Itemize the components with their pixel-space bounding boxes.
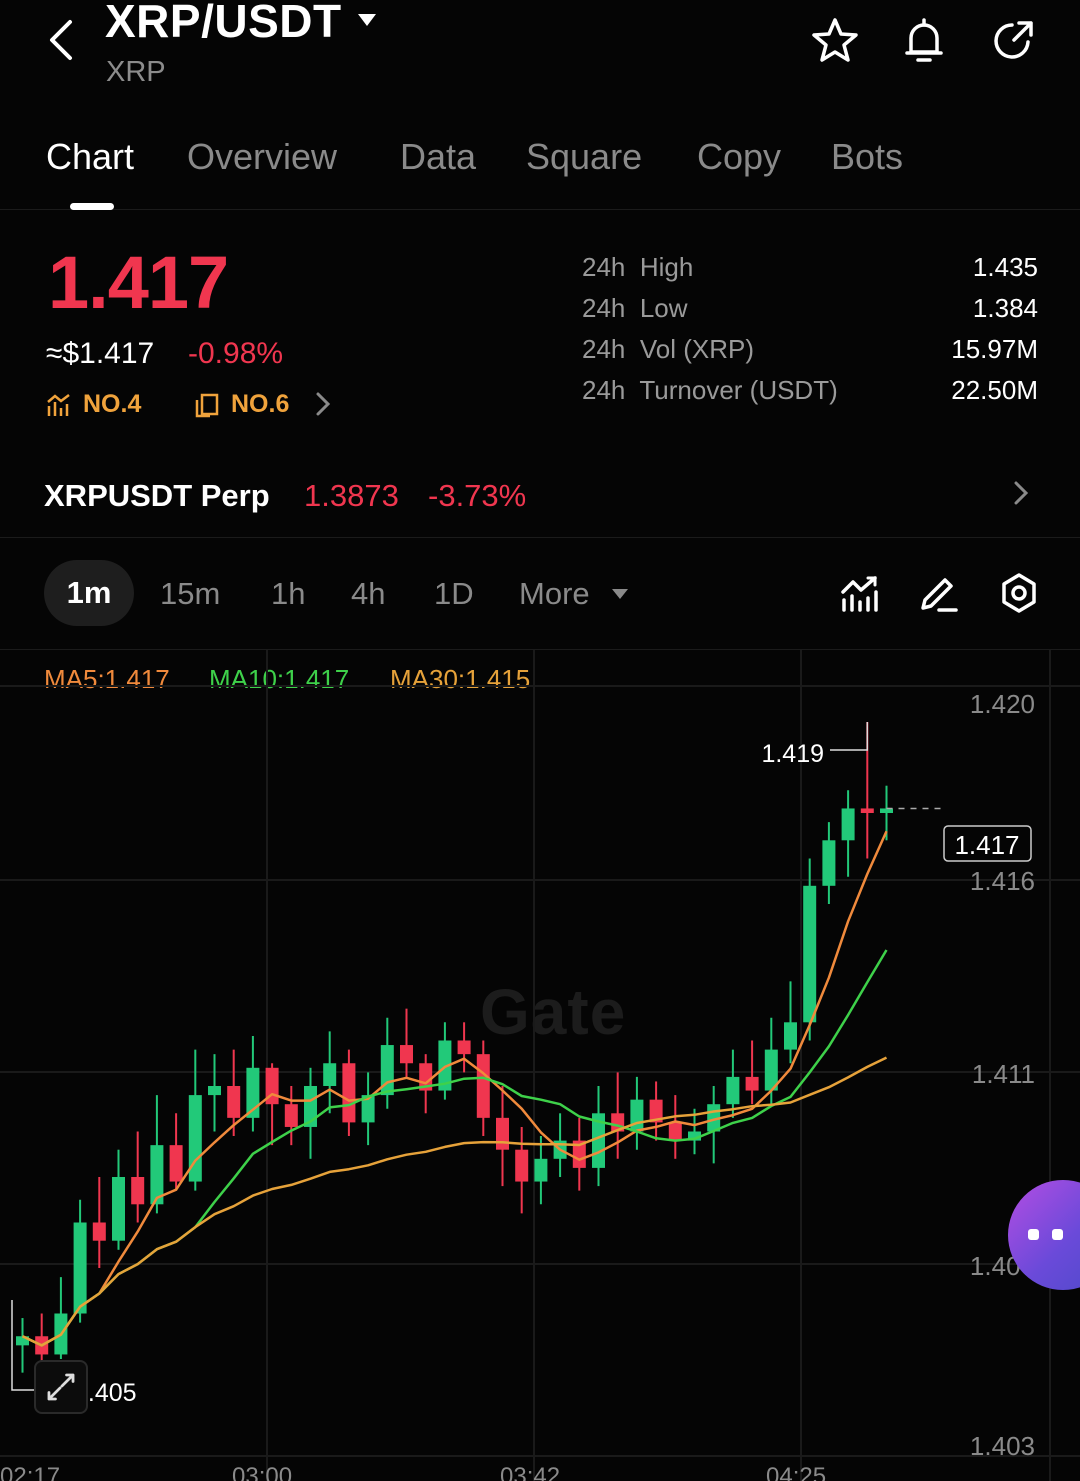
ranking-copy-icon: [195, 393, 219, 418]
candle: [803, 885, 817, 1023]
perp-link-row[interactable]: XRPUSDT Perp 1.3873 -3.73%: [0, 458, 1080, 538]
candle: [476, 1054, 490, 1118]
interval-15m[interactable]: 15m: [160, 576, 220, 612]
pair-title[interactable]: XRP/USDT: [105, 0, 342, 48]
y-tick-label: 1.411: [972, 1059, 1035, 1089]
candle: [131, 1177, 145, 1205]
high-leader: [830, 722, 869, 751]
candle: [745, 1076, 759, 1091]
stat-label: 24h Vol (XRP): [582, 334, 754, 364]
candle: [169, 1145, 183, 1182]
x-tick-label: 02:17: [0, 1463, 60, 1481]
stats-24h: 24h High 1.435 24h Low 1.384 24h Vol (XR…: [582, 252, 1038, 416]
interval-1d[interactable]: 1D: [434, 576, 474, 612]
bubble-dot: [1052, 1229, 1063, 1240]
settings-gear-icon[interactable]: [999, 572, 1039, 614]
tab-bots[interactable]: Bots: [831, 136, 903, 178]
price-change: -0.98%: [188, 337, 284, 370]
candle: [496, 1117, 509, 1150]
last-price-label: 1.417: [954, 830, 1019, 860]
x-tick-label: 03:00: [232, 1463, 292, 1481]
candle: [284, 1104, 298, 1127]
candle: [92, 1222, 106, 1241]
candle: [112, 1177, 125, 1241]
rank-volume[interactable]: NO.4: [83, 390, 141, 419]
candle: [860, 808, 874, 813]
candle: [73, 1222, 87, 1314]
stat-value: 1.384: [972, 293, 1038, 323]
interval-1h[interactable]: 1h: [271, 576, 305, 612]
candle: [400, 1045, 413, 1064]
ranking-chart-icon: [47, 394, 70, 416]
chevron-right-icon[interactable]: [312, 390, 334, 418]
chevron-down-icon[interactable]: [611, 587, 629, 601]
chevron-right-icon[interactable]: [1010, 478, 1032, 508]
share-icon[interactable]: [988, 16, 1038, 66]
stat-volume: 24h Vol (XRP) 15.97M: [582, 334, 1038, 375]
candle: [668, 1122, 682, 1141]
perp-price: 1.3873: [304, 478, 399, 513]
high-label: 1.419: [761, 740, 824, 768]
tab-chart[interactable]: Chart: [46, 136, 134, 178]
candle: [534, 1158, 548, 1182]
bubble-dot: [1028, 1229, 1039, 1240]
candle: [342, 1063, 356, 1123]
candle: [208, 1086, 221, 1096]
indicators-icon[interactable]: [840, 572, 880, 614]
bell-icon[interactable]: [899, 16, 949, 66]
stat-value: 22.50M: [951, 375, 1038, 405]
interval-more[interactable]: More: [519, 576, 590, 612]
interval-1m[interactable]: 1m: [44, 560, 134, 626]
interval-4h[interactable]: 4h: [351, 576, 385, 612]
price-chart[interactable]: 1.4201.4161.4111.4071.40302:17 03:00 03:42…: [0, 650, 1080, 1481]
candle: [227, 1086, 241, 1118]
base-asset: XRP: [106, 56, 166, 88]
usd-price: ≈$1.417: [46, 337, 155, 370]
stat-low: 24h Low 1.384: [582, 293, 1038, 334]
candle: [784, 1022, 797, 1050]
stat-turnover: 24h Turnover (USDT) 22.50M: [582, 375, 1038, 416]
candle: [515, 1149, 529, 1182]
candle: [630, 1099, 644, 1132]
tab-copy[interactable]: Copy: [697, 136, 781, 178]
fullscreen-button[interactable]: [34, 1360, 88, 1414]
chevron-down-icon[interactable]: [356, 12, 378, 28]
interval-bar: 1m 15m 1h 4h 1D More: [0, 560, 1080, 650]
candle: [726, 1076, 740, 1105]
perp-name: XRPUSDT Perp: [44, 478, 270, 513]
candle: [822, 840, 836, 886]
expand-icon: [47, 1373, 75, 1401]
tab-overview[interactable]: Overview: [187, 136, 337, 178]
y-tick-label: 1.416: [970, 866, 1035, 896]
tab-data[interactable]: Data: [400, 136, 476, 178]
tab-bar: Chart Overview Data Square Copy Bots: [0, 130, 1080, 210]
stat-label: 24h Turnover (USDT): [582, 375, 838, 405]
y-tick-label: 1.403: [970, 1431, 1035, 1461]
candle: [841, 808, 855, 841]
candle: [323, 1063, 337, 1086]
stat-label: 24h High: [582, 252, 694, 282]
last-price: 1.417: [48, 241, 229, 324]
candle: [457, 1040, 471, 1055]
back-arrow-icon[interactable]: [40, 18, 84, 62]
perp-change: -3.73%: [428, 478, 527, 513]
star-icon[interactable]: [810, 16, 860, 66]
header: XRP/USDT XRP: [0, 0, 1080, 110]
rank-popularity[interactable]: NO.6: [231, 390, 289, 419]
stat-label: 24h Low: [582, 293, 688, 323]
stat-value: 1.435: [972, 252, 1038, 282]
y-tick-label: 1.420: [970, 689, 1035, 719]
stat-high: 24h High 1.435: [582, 252, 1038, 293]
tab-square[interactable]: Square: [526, 136, 642, 178]
pencil-draw-icon[interactable]: [919, 572, 959, 614]
x-tick-label: 04:25: [766, 1463, 826, 1481]
x-tick-label: 03:42: [500, 1463, 560, 1481]
active-tab-indicator: [70, 203, 114, 210]
stat-value: 15.97M: [951, 334, 1038, 364]
